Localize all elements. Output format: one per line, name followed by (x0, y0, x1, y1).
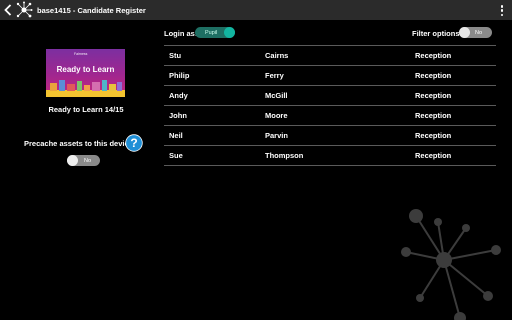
svg-text:?: ? (130, 136, 137, 150)
last-name: Ferry (265, 71, 284, 80)
location: Reception (415, 111, 452, 120)
login-as-value: Pupil (205, 29, 218, 36)
filter-options-toggle[interactable]: No (459, 27, 492, 38)
last-name: Thompson (265, 151, 304, 160)
first-name: Neil (169, 131, 183, 140)
candidate-row[interactable]: Neil Parvin Reception (164, 126, 496, 146)
first-name: Stu (169, 51, 182, 60)
thumbnail-illustration (46, 80, 125, 97)
chevron-left-icon[interactable] (4, 4, 14, 16)
top-app-bar: base1415 - Candidate Register (0, 0, 512, 20)
molecule-watermark-icon (401, 209, 501, 320)
first-name: Philip (169, 71, 190, 80)
first-name: Sue (169, 151, 183, 160)
candidate-row[interactable]: John Moore Reception (164, 106, 496, 126)
location: Reception (415, 51, 452, 60)
login-as-label: Login as: (164, 29, 198, 38)
toggle-knob (67, 155, 78, 166)
molecule-logo-icon[interactable] (15, 1, 33, 19)
candidate-row[interactable]: Andy McGill Reception (164, 86, 496, 106)
precache-value: No (84, 157, 92, 164)
first-name: Andy (169, 91, 188, 100)
location: Reception (415, 71, 452, 80)
login-as-toggle[interactable]: Pupil (195, 27, 235, 38)
last-name: McGill (265, 91, 288, 100)
course-thumbnail[interactable]: Fairness Ready to Learn (46, 49, 125, 97)
toggle-knob (459, 27, 470, 38)
candidate-list: Stu Cairns Reception Philip Ferry Recept… (164, 45, 496, 166)
thumbnail-title: Ready to Learn (56, 65, 115, 74)
overflow-menu-icon[interactable] (500, 5, 504, 16)
location: Reception (415, 131, 452, 140)
first-name: John (169, 111, 187, 120)
filter-options-label: Filter options: (412, 29, 462, 38)
filter-options-value: No (475, 29, 483, 36)
help-icon[interactable]: ? (125, 134, 143, 152)
location: Reception (415, 91, 452, 100)
last-name: Parvin (265, 131, 288, 140)
thumbnail-brand: Fairness (74, 52, 88, 56)
precache-label: Precache assets to this device: (24, 139, 136, 148)
course-name: Ready to Learn 14/15 (48, 105, 124, 114)
precache-toggle[interactable]: No (67, 155, 100, 166)
candidate-row[interactable]: Sue Thompson Reception (164, 146, 496, 166)
location: Reception (415, 151, 452, 160)
last-name: Moore (265, 111, 288, 120)
app-title: base1415 - Candidate Register (37, 5, 146, 15)
candidate-row[interactable]: Stu Cairns Reception (164, 45, 496, 66)
candidate-row[interactable]: Philip Ferry Reception (164, 66, 496, 86)
last-name: Cairns (265, 51, 289, 60)
toggle-knob (224, 27, 235, 38)
